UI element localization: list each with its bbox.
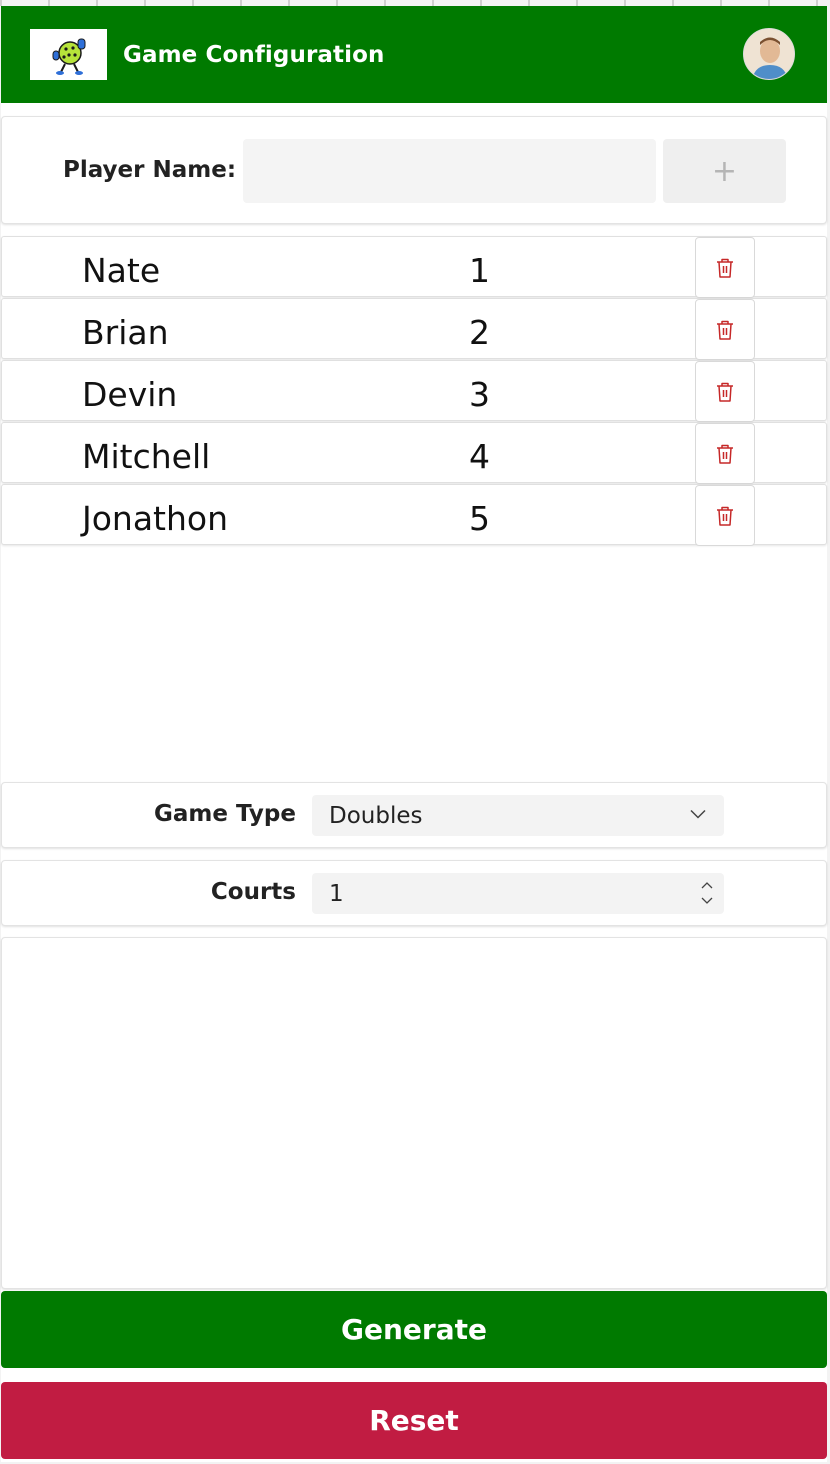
delete-player-button[interactable] — [695, 423, 755, 484]
delete-player-button[interactable] — [695, 237, 755, 298]
player-name: Brian — [82, 313, 169, 352]
player-row: Devin 3 — [1, 360, 827, 422]
user-avatar[interactable] — [743, 28, 795, 80]
trash-icon — [717, 444, 733, 464]
pickleball-logo-icon — [30, 29, 107, 80]
courts-label: Courts — [210, 879, 296, 905]
player-row: Jonathon 5 — [1, 484, 827, 546]
generate-button[interactable]: Generate — [1, 1291, 827, 1368]
delete-player-button[interactable] — [695, 299, 755, 360]
reset-button[interactable]: Reset — [1, 1382, 827, 1459]
game-type-label: Game Type — [154, 801, 296, 827]
add-player-button[interactable]: + — [663, 139, 786, 203]
player-name: Jonathon — [82, 499, 229, 538]
player-row: Mitchell 4 — [1, 422, 827, 484]
player-name-label: Player Name: — [63, 157, 237, 183]
trash-icon — [717, 382, 733, 402]
app-header: Game Configuration — [1, 6, 827, 103]
schedule-output-area — [1, 937, 827, 1289]
courts-stepper[interactable]: 1 — [312, 873, 724, 914]
game-type-value: Doubles — [329, 803, 423, 829]
player-number: 3 — [469, 375, 490, 414]
page-title: Game Configuration — [123, 42, 385, 68]
player-name: Mitchell — [82, 437, 211, 476]
game-type-card: Game Type Doubles — [1, 782, 827, 848]
player-number: 2 — [469, 313, 490, 352]
delete-player-button[interactable] — [695, 485, 755, 546]
app-window: Game Configuration Player Name: + Nate 1… — [1, 6, 827, 1462]
player-entry-card: Player Name: + — [1, 116, 827, 224]
player-number: 5 — [469, 499, 490, 538]
player-row: Nate 1 — [1, 236, 827, 298]
chevron-down-icon — [690, 809, 706, 819]
trash-icon — [717, 506, 733, 526]
player-number: 1 — [469, 251, 490, 290]
spin-arrows-icon[interactable] — [700, 878, 714, 908]
game-type-select[interactable]: Doubles — [312, 795, 724, 836]
delete-player-button[interactable] — [695, 361, 755, 422]
courts-value: 1 — [329, 881, 344, 907]
player-row: Brian 2 — [1, 298, 827, 360]
player-name: Nate — [82, 251, 161, 290]
player-name: Devin — [82, 375, 178, 414]
player-name-input[interactable] — [243, 139, 656, 203]
courts-card: Courts 1 — [1, 860, 827, 926]
trash-icon — [717, 320, 733, 340]
player-number: 4 — [469, 437, 490, 476]
trash-icon — [717, 258, 733, 278]
